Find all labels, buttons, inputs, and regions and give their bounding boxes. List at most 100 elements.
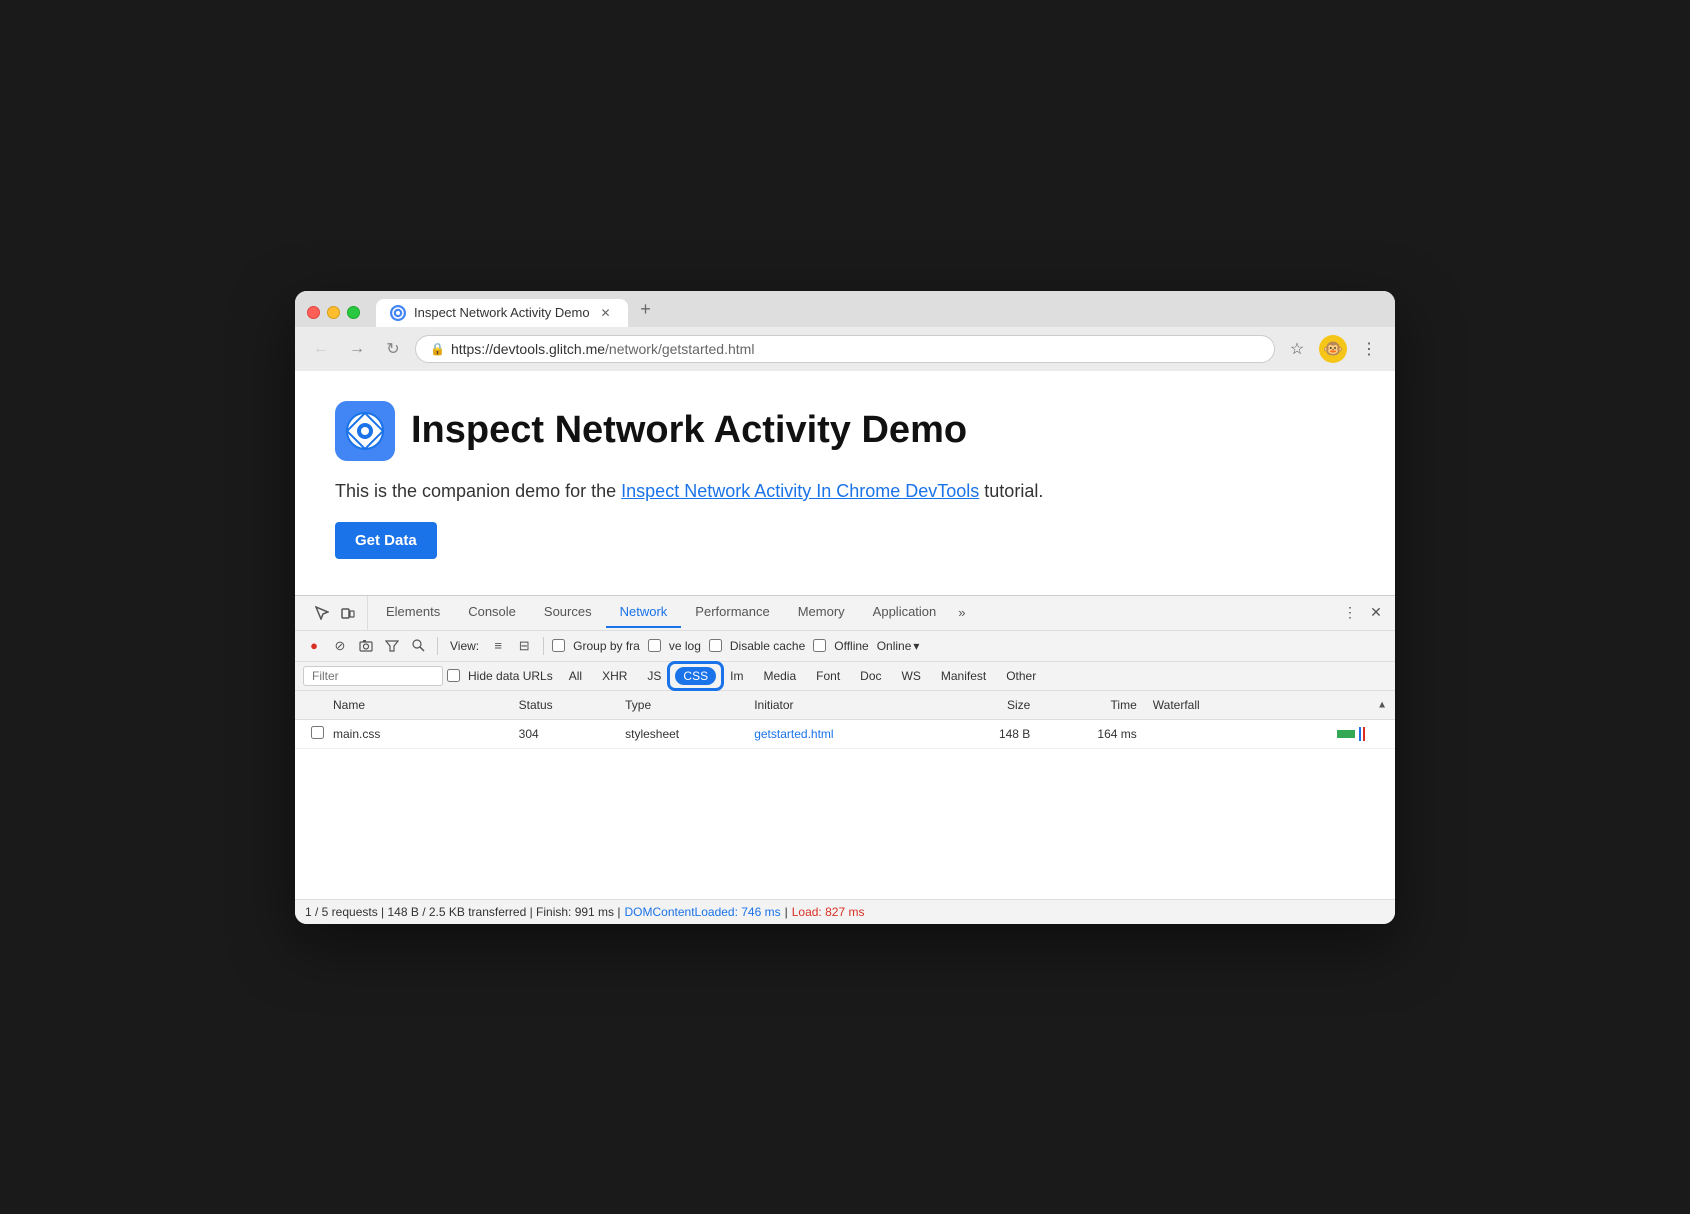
devtools-close-icon[interactable]: ✕: [1365, 602, 1387, 624]
page-title-row: Inspect Network Activity Demo: [335, 401, 1355, 461]
active-tab[interactable]: Inspect Network Activity Demo ✕: [376, 299, 628, 327]
filter-bar: Hide data URLs All XHR JS CSS Im Media F…: [295, 662, 1395, 691]
waterfall-blue-line: [1359, 727, 1361, 741]
network-toolbar: ● ⊘ View: ≡ ⊟ Group by fra ve log Disabl…: [295, 631, 1395, 662]
hide-data-urls-checkbox[interactable]: [447, 669, 460, 682]
page-title: Inspect Network Activity Demo: [411, 409, 967, 452]
row-initiator[interactable]: getstarted.html: [746, 724, 932, 744]
profile-icon[interactable]: 🐵: [1319, 335, 1347, 363]
tutorial-link[interactable]: Inspect Network Activity In Chrome DevTo…: [621, 481, 979, 501]
tab-title: Inspect Network Activity Demo: [414, 305, 590, 320]
row-time: 164 ms: [1038, 724, 1144, 744]
toolbar-separator-1: [437, 637, 438, 655]
new-tab-button[interactable]: +: [632, 299, 660, 327]
tab-performance[interactable]: Performance: [681, 597, 783, 628]
header-initiator[interactable]: Initiator: [746, 695, 932, 715]
tab-console[interactable]: Console: [454, 597, 530, 628]
filter-manifest-button[interactable]: Manifest: [933, 667, 994, 685]
tab-memory[interactable]: Memory: [784, 597, 859, 628]
devtools-toolbar-icons: [303, 596, 368, 630]
traffic-lights: [307, 306, 360, 327]
browser-window: Inspect Network Activity Demo ✕ + ← → ↻ …: [295, 291, 1395, 924]
row-check[interactable]: [303, 723, 325, 745]
filter-css-button[interactable]: CSS: [675, 667, 716, 685]
filter-icon[interactable]: [381, 635, 403, 657]
page-description: This is the companion demo for the Inspe…: [335, 481, 1355, 502]
bookmark-icon[interactable]: ☆: [1283, 335, 1311, 363]
filter-doc-button[interactable]: Doc: [852, 667, 889, 685]
row-checkbox[interactable]: [311, 726, 324, 739]
table-header-row: Name Status Type Initiator Size Time Wat…: [295, 691, 1395, 720]
filter-img-button[interactable]: Im: [722, 667, 751, 685]
devtools-actions: ⋮ ✕: [1339, 602, 1387, 624]
tab-application[interactable]: Application: [859, 597, 951, 628]
group-view-icon[interactable]: ⊟: [513, 635, 535, 657]
back-button[interactable]: ←: [307, 335, 335, 363]
header-size[interactable]: Size: [932, 695, 1038, 715]
title-bar: Inspect Network Activity Demo ✕ + ← → ↻ …: [295, 291, 1395, 371]
row-name: main.css: [325, 724, 511, 744]
header-waterfall[interactable]: Waterfall ▲: [1145, 695, 1387, 715]
devtools-more-icon[interactable]: ⋮: [1339, 602, 1361, 624]
minimize-window-button[interactable]: [327, 306, 340, 319]
header-time[interactable]: Time: [1038, 695, 1144, 715]
devtools-panel: Elements Console Sources Network Perform…: [295, 595, 1395, 924]
preserve-log-checkbox[interactable]: [648, 639, 661, 652]
load-link[interactable]: Load: 827 ms: [792, 905, 865, 919]
get-data-button[interactable]: Get Data: [335, 522, 437, 559]
table-row[interactable]: main.css 304 stylesheet getstarted.html …: [295, 720, 1395, 749]
filter-media-button[interactable]: Media: [755, 667, 804, 685]
tab-overflow-button[interactable]: »: [950, 598, 973, 627]
description-post: tutorial.: [979, 481, 1043, 501]
tab-close-button[interactable]: ✕: [598, 305, 614, 321]
filter-ws-button[interactable]: WS: [894, 667, 929, 685]
close-window-button[interactable]: [307, 306, 320, 319]
status-bar: 1 / 5 requests | 148 B / 2.5 KB transfer…: [295, 899, 1395, 924]
css-filter-highlighted: CSS: [675, 667, 716, 685]
page-logo: [335, 401, 395, 461]
forward-button[interactable]: →: [343, 335, 371, 363]
waterfall-green-bar: [1337, 730, 1355, 738]
filter-js-button[interactable]: JS: [639, 667, 669, 685]
filter-other-button[interactable]: Other: [998, 667, 1044, 685]
waterfall-label: Waterfall: [1153, 698, 1200, 712]
filter-input[interactable]: [303, 666, 443, 686]
group-by-frame-checkbox[interactable]: [552, 639, 565, 652]
header-type[interactable]: Type: [617, 695, 746, 715]
address-bar[interactable]: 🔒 https://devtools.glitch.me/network/get…: [415, 335, 1275, 363]
disable-cache-checkbox[interactable]: [709, 639, 722, 652]
status-separator: |: [785, 905, 788, 919]
maximize-window-button[interactable]: [347, 306, 360, 319]
row-waterfall: [1145, 724, 1387, 744]
toolbar-separator-2: [543, 637, 544, 655]
page-content: Inspect Network Activity Demo This is th…: [295, 371, 1395, 595]
dom-content-loaded-link[interactable]: DOMContentLoaded: 746 ms: [625, 905, 781, 919]
filter-xhr-button[interactable]: XHR: [594, 667, 635, 685]
record-button[interactable]: ●: [303, 635, 325, 657]
waterfall-red-line: [1363, 727, 1365, 741]
header-check: [303, 695, 325, 715]
tab-elements[interactable]: Elements: [372, 597, 454, 628]
more-options-icon[interactable]: ⋮: [1355, 335, 1383, 363]
row-status: 304: [511, 724, 617, 744]
header-name[interactable]: Name: [325, 695, 511, 715]
reload-button[interactable]: ↻: [379, 335, 407, 363]
offline-checkbox[interactable]: [813, 639, 826, 652]
network-table: Name Status Type Initiator Size Time Wat…: [295, 691, 1395, 899]
tab-sources[interactable]: Sources: [530, 597, 606, 628]
filter-all-button[interactable]: All: [561, 667, 590, 685]
url-base: https://devtools.glitch.me: [451, 341, 605, 357]
search-icon[interactable]: [407, 635, 429, 657]
inspect-element-icon[interactable]: [311, 602, 333, 624]
tab-network[interactable]: Network: [606, 597, 682, 628]
list-view-icon[interactable]: ≡: [487, 635, 509, 657]
table-empty-space: [295, 749, 1395, 899]
row-type: stylesheet: [617, 724, 746, 744]
header-status[interactable]: Status: [511, 695, 617, 715]
screenshot-button[interactable]: [355, 635, 377, 657]
devtools-tabs: Elements Console Sources Network Perform…: [295, 596, 1395, 631]
device-toolbar-icon[interactable]: [337, 602, 359, 624]
clear-button[interactable]: ⊘: [329, 635, 351, 657]
throttle-dropdown[interactable]: Online ▾: [877, 639, 920, 653]
filter-font-button[interactable]: Font: [808, 667, 848, 685]
